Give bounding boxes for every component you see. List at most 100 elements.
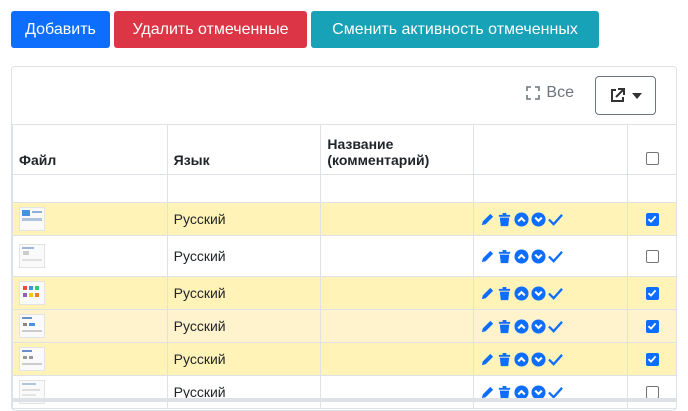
name-cell (320, 235, 475, 277)
row-checkbox[interactable] (645, 212, 659, 226)
files-card: Все Файл Язык Название (комментарий) Рус… (11, 66, 677, 411)
header-file[interactable]: Файл (12, 124, 168, 175)
trash-icon[interactable] (497, 249, 512, 264)
language-value: Русский (173, 318, 226, 334)
select-all-checkbox[interactable] (645, 152, 659, 165)
caret-down-icon (632, 92, 642, 99)
language-value: Русский (173, 248, 226, 264)
file-cell (12, 202, 168, 236)
file-thumbnail[interactable] (19, 347, 45, 371)
select-cell (627, 276, 676, 310)
check-icon[interactable] (548, 212, 564, 227)
name-cell (320, 276, 475, 310)
arrow-up-icon[interactable] (514, 285, 529, 301)
file-thumbnail[interactable] (19, 281, 45, 305)
name-cell (320, 309, 475, 343)
file-thumbnail[interactable] (19, 207, 45, 231)
header-name[interactable]: Название (комментарий) (320, 124, 475, 175)
checkmark-icon (647, 322, 657, 330)
edit-icon[interactable] (480, 286, 495, 301)
table-row: Русский (12, 202, 676, 236)
filter-language[interactable] (166, 174, 322, 203)
arrow-up-icon[interactable] (514, 211, 529, 227)
language-value: Русский (173, 211, 226, 227)
toggle-activity-button[interactable]: Сменить активность отмеченных (311, 11, 599, 48)
header-select-all[interactable] (627, 124, 676, 175)
language-cell: Русский (166, 202, 322, 236)
row-checkbox[interactable] (645, 352, 659, 366)
delete-checked-button[interactable]: Удалить отмеченные (114, 11, 307, 48)
file-cell (12, 276, 168, 310)
file-thumbnail[interactable] (19, 314, 45, 338)
filter-select (627, 174, 676, 203)
actions-cell (473, 202, 629, 236)
select-cell (627, 375, 676, 409)
actions-cell (473, 309, 629, 343)
row-checkbox[interactable] (645, 249, 659, 263)
file-cell (12, 309, 168, 343)
actions-cell (473, 276, 629, 310)
header-name-line1: Название (327, 136, 394, 152)
language-cell: Русский (166, 276, 322, 310)
filter-file[interactable] (12, 174, 168, 203)
arrow-down-icon[interactable] (531, 285, 546, 301)
row-checkbox[interactable] (645, 385, 659, 399)
arrow-down-icon[interactable] (531, 248, 546, 264)
row-checkbox[interactable] (645, 286, 659, 300)
select-cell (627, 235, 676, 277)
file-thumbnail[interactable] (19, 244, 45, 268)
language-cell: Русский (166, 375, 322, 409)
arrow-up-icon[interactable] (514, 351, 529, 367)
select-cell (627, 202, 676, 236)
show-all-label: Все (546, 84, 574, 101)
filter-name[interactable] (320, 174, 475, 203)
edit-icon[interactable] (480, 352, 495, 367)
trash-icon[interactable] (497, 212, 512, 227)
checkmark-icon (647, 215, 657, 223)
show-all-toggle[interactable]: Все (526, 84, 574, 102)
edit-icon[interactable] (480, 249, 495, 264)
table-row: Русский (12, 342, 676, 376)
files-table: Файл Язык Название (комментарий) Русский… (12, 124, 676, 409)
trash-icon[interactable] (497, 319, 512, 334)
header-language[interactable]: Язык (166, 124, 322, 175)
toolbar: Добавить Удалить отмеченные Сменить акти… (11, 11, 599, 48)
arrow-down-icon[interactable] (531, 318, 546, 334)
arrow-down-icon[interactable] (531, 351, 546, 367)
check-icon[interactable] (548, 249, 564, 264)
file-cell (12, 375, 168, 409)
actions-cell (473, 342, 629, 376)
arrow-down-icon[interactable] (531, 211, 546, 227)
select-cell (627, 309, 676, 343)
header-actions (473, 124, 629, 175)
export-button[interactable] (595, 76, 656, 115)
name-cell (320, 342, 475, 376)
row-checkbox[interactable] (645, 319, 659, 333)
language-value: Русский (173, 285, 226, 301)
table-row: Русский (12, 309, 676, 343)
file-cell (12, 235, 168, 277)
actions-cell (473, 235, 629, 277)
language-cell: Русский (166, 342, 322, 376)
language-value: Русский (173, 351, 226, 367)
arrow-up-icon[interactable] (514, 318, 529, 334)
check-icon[interactable] (548, 319, 564, 334)
file-cell (12, 342, 168, 376)
name-cell (320, 375, 475, 409)
edit-icon[interactable] (480, 319, 495, 334)
language-cell: Русский (166, 309, 322, 343)
edit-icon[interactable] (480, 212, 495, 227)
export-icon (611, 88, 625, 102)
add-button[interactable]: Добавить (11, 11, 110, 48)
checkmark-icon (647, 355, 657, 363)
select-cell (627, 342, 676, 376)
checkmark-icon (647, 289, 657, 297)
trash-icon[interactable] (497, 352, 512, 367)
trash-icon[interactable] (497, 286, 512, 301)
filter-actions (473, 174, 629, 203)
header-name-line2: (комментарий) (327, 152, 430, 168)
arrow-up-icon[interactable] (514, 248, 529, 264)
check-icon[interactable] (548, 286, 564, 301)
check-icon[interactable] (548, 352, 564, 367)
actions-cell (473, 375, 629, 409)
